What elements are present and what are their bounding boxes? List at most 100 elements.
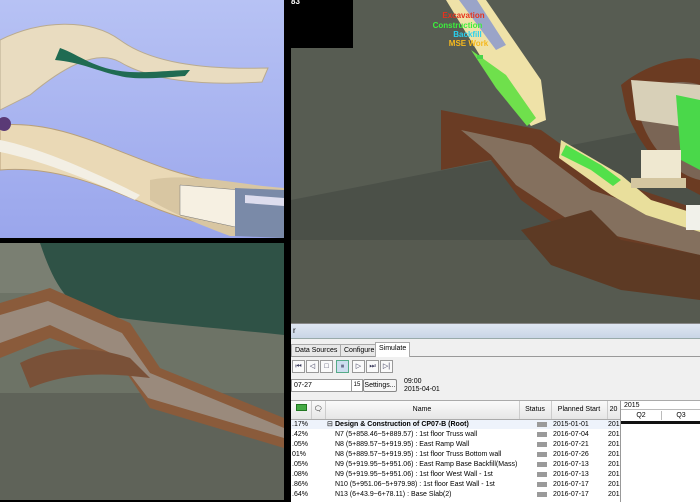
tab-configure[interactable]: Configure (340, 344, 379, 356)
pause-icon[interactable]: ⏸ (336, 360, 349, 373)
legend-item-mse-work: MSE Work (448, 39, 489, 48)
task-percent: 01% (292, 451, 307, 458)
table-row[interactable]: .08% N9 (5+919.95~5+951.06) : 1st floor W… (291, 470, 620, 479)
simulation-time: 09:00 2015-04-01 (404, 378, 440, 394)
gantt-quarter-q3: Q3 (676, 412, 686, 419)
expand-toggle-icon (327, 490, 333, 499)
task-planned-start: 2016-07-13 (553, 461, 589, 468)
task-percent: .17% (292, 421, 308, 428)
playback-toolbar: ⏮ ◁ □ ⏸ ▷ ⏭ ▷| (291, 358, 700, 373)
task-percent: .05% (292, 461, 308, 468)
task-percent: .05% (292, 441, 308, 448)
expand-toggle-icon (327, 450, 333, 459)
rewind-icon[interactable]: ⏮ (292, 360, 305, 373)
expand-toggle-icon (327, 460, 333, 469)
task-planned-start: 2016-07-17 (553, 481, 589, 488)
viewport-model-overview[interactable] (0, 0, 284, 238)
task-percent: .08% (292, 471, 308, 478)
play-icon[interactable]: ▷ (352, 360, 365, 373)
legend-item-construction: Construction (432, 21, 483, 30)
task-status-icon (537, 432, 547, 437)
task-status-icon (537, 492, 547, 497)
task-name: N8 (5+889.57~5+919.95) : 1st floor Truss… (335, 451, 502, 458)
task-status-icon (537, 462, 547, 467)
expand-toggle-icon (327, 480, 333, 489)
task-name: N7 (5+858.46~5+889.57) : 1st floor Truss… (335, 431, 478, 438)
simulation-date-input[interactable]: 07-27 (291, 379, 353, 392)
viewport-aerial-site[interactable] (0, 243, 284, 500)
task-grid-header: 🗨 Name Status Planned Start 20 (291, 401, 620, 420)
column-header-active[interactable] (291, 401, 312, 419)
comment-icon: 🗨 (313, 406, 323, 413)
step-back-icon[interactable]: ◁ (306, 360, 319, 373)
simulation-legend: 83 Excavation Construction Backfill MSE … (291, 0, 488, 48)
task-actual-start: 201 (608, 481, 620, 488)
active-column-icon (295, 404, 307, 411)
task-status-icon (537, 472, 547, 477)
step-forward-icon[interactable]: ⏭ (366, 360, 379, 373)
viewport-divider-horizontal[interactable] (0, 238, 291, 243)
panel-title-bar[interactable]: r (291, 324, 700, 339)
table-row[interactable]: 01% N8 (5+889.57~5+919.95) : 1st floor Tr… (291, 450, 620, 459)
task-actual-start: 201 (608, 451, 620, 458)
legend-item-backfill: Backfill (453, 30, 482, 39)
expand-toggle-icon (327, 430, 333, 439)
gantt-chart[interactable]: 2015 Q2 Q3 (620, 400, 700, 502)
gantt-root-bar[interactable] (621, 421, 700, 424)
task-actual-start: 201 (608, 471, 620, 478)
task-name: N9 (5+919.95~5+951.06) : East Ramp Base … (335, 461, 518, 468)
task-percent: .64% (292, 491, 308, 498)
panel-tabs: Data Sources Configure Simulate (291, 342, 700, 357)
task-status-icon (537, 452, 547, 457)
task-planned-start: 2016-07-21 (553, 441, 589, 448)
table-row[interactable]: .17% ⊟ Design & Construction of CP07-B (Ro… (291, 420, 620, 429)
task-planned-start: 2016-07-13 (553, 471, 589, 478)
expand-toggle-icon (327, 440, 333, 449)
task-actual-start: 201 (608, 491, 620, 498)
column-header-actual-start[interactable]: 20 (607, 401, 620, 419)
task-actual-start: 201 (608, 461, 620, 468)
legend-partial-number: 83 (291, 0, 300, 6)
task-name: N10 (5+951.06~5+979.98) : 1st floor East… (335, 481, 495, 488)
table-row[interactable]: .42% N7 (5+858.46~5+889.57) : 1st floor T… (291, 430, 620, 439)
forward-icon[interactable]: ▷| (380, 360, 393, 373)
viewport-simulation[interactable] (291, 0, 700, 323)
panel-title: r (293, 326, 296, 335)
task-status-icon (537, 422, 547, 427)
simulation-time-value: 09:00 (404, 378, 422, 385)
calendar-icon[interactable]: 15 (351, 379, 363, 392)
task-status-icon (537, 482, 547, 487)
table-row[interactable]: .05% N9 (5+919.95~5+951.06) : East Ramp B… (291, 460, 620, 469)
gantt-year: 2015 (621, 401, 700, 410)
task-status-icon (537, 442, 547, 447)
column-header-name[interactable]: Name (325, 401, 520, 419)
task-actual-start: 201 (608, 431, 620, 438)
tab-data-sources[interactable]: Data Sources (291, 344, 342, 356)
task-name: N13 (6+43.9~6+78.11) : Base Slab(2) (335, 491, 452, 498)
task-percent: .86% (292, 481, 308, 488)
task-planned-start: 2015-01-01 (553, 421, 589, 428)
task-name: N9 (5+919.95~5+951.06) : 1st floor West … (335, 471, 493, 478)
stop-icon[interactable]: □ (320, 360, 333, 373)
gantt-quarter-q2: Q2 (621, 411, 662, 420)
table-row[interactable]: .05% N8 (5+889.57~5+919.95) : East Ramp W… (291, 440, 620, 449)
task-planned-start: 2016-07-17 (553, 491, 589, 498)
tab-simulate[interactable]: Simulate (375, 342, 411, 357)
task-percent: .42% (292, 431, 308, 438)
column-header-status[interactable]: Status (519, 401, 552, 419)
settings-button[interactable]: Settings... (363, 379, 397, 392)
task-actual-start: 201 (608, 441, 620, 448)
legend-item-excavation: Excavation (442, 11, 485, 20)
task-grid: 🗨 Name Status Planned Start 20 .17% ⊟ Desi… (291, 400, 620, 502)
table-row[interactable]: .64% N13 (6+43.9~6+78.11) : Base Slab(2) 2… (291, 490, 620, 499)
task-name: N8 (5+889.57~5+919.95) : East Ramp Wall (335, 441, 470, 448)
expand-toggle-icon (327, 470, 333, 479)
column-header-notes[interactable]: 🗨 (311, 401, 326, 419)
table-row[interactable]: .86% N10 (5+951.06~5+979.98) : 1st floor … (291, 480, 620, 489)
column-header-planned-start[interactable]: Planned Start (551, 401, 608, 419)
task-planned-start: 2016-07-26 (553, 451, 589, 458)
task-planned-start: 2016-07-04 (553, 431, 589, 438)
task-actual-start: 201 (608, 421, 620, 428)
viewport-divider-vertical[interactable] (284, 0, 291, 500)
expand-toggle-icon: ⊟ (327, 421, 333, 428)
